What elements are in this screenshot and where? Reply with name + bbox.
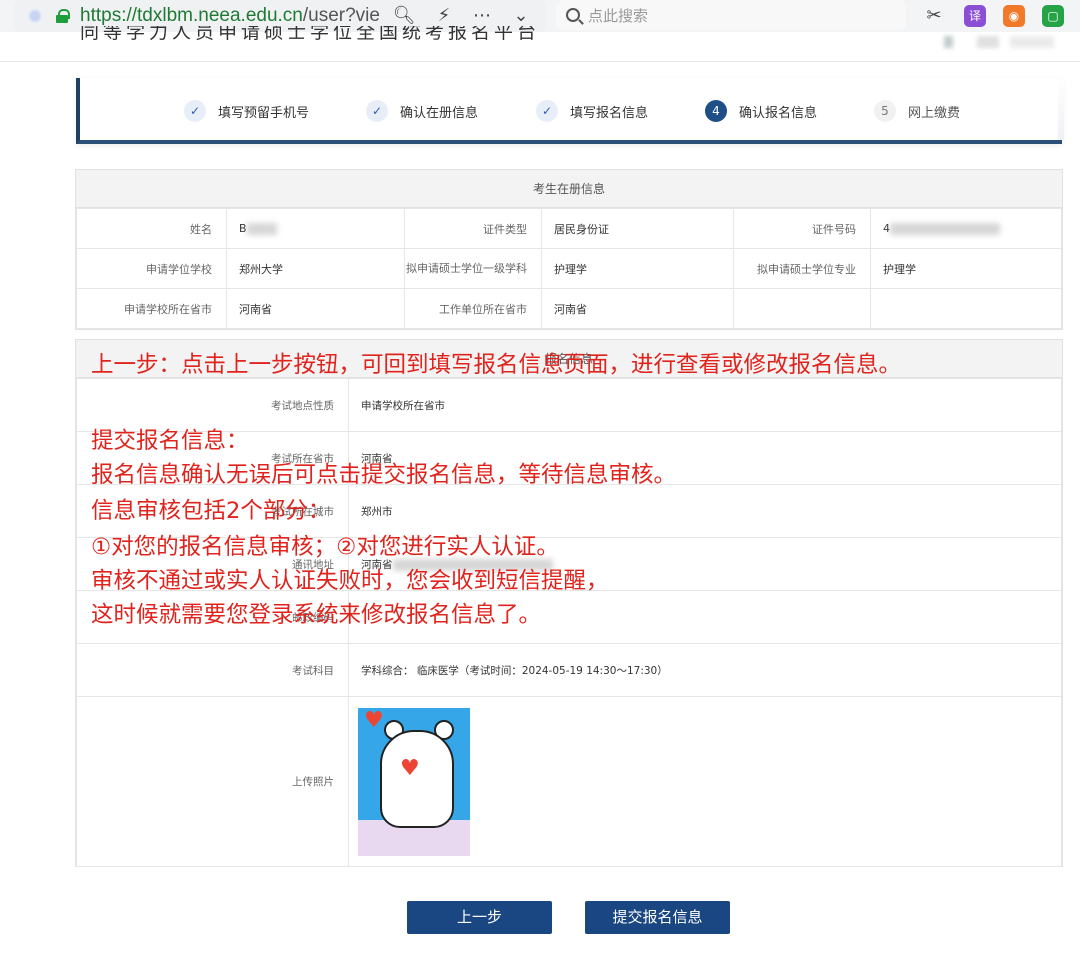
check-icon: ✓ bbox=[366, 100, 388, 122]
annotation-submit-title: 提交报名信息： bbox=[91, 428, 249, 454]
table-row: 考试地点性质 申请学校所在省市 bbox=[76, 378, 1062, 432]
annotation-line: 这时候就需要您登录系统来修改报名信息了。 bbox=[91, 602, 542, 628]
cell-value: 居民身份证 bbox=[541, 208, 734, 249]
annotation-line: ①对您的报名信息审核；②对您进行实人认证。 bbox=[91, 534, 559, 560]
table-row: 申请学位学校 郑州大学 拟申请硕士学位一级学科 护理学 拟申请硕士学位专业 护理… bbox=[76, 248, 1062, 289]
site-title: 同等学力人员申请硕士学位全国统考报名平台 bbox=[80, 26, 541, 43]
annotation-prev: 上一步：点击上一步按钮，可回到填写报名信息页面，进行查看或修改报名信息。 bbox=[91, 352, 902, 378]
cell-label: 拟申请硕士学位一级学科 bbox=[404, 248, 542, 289]
cell-value: 学科综合： 临床医学（考试时间：2024-05-19 14:30～17:30） bbox=[348, 643, 1062, 697]
step-1: ✓ 填写预留手机号 bbox=[184, 100, 309, 122]
step-5: 5 网上缴费 bbox=[874, 100, 960, 122]
check-icon: ✓ bbox=[184, 100, 206, 122]
user-info-blurred[interactable] bbox=[944, 36, 1054, 48]
browser-search-input[interactable]: 点此搜索 bbox=[556, 0, 906, 30]
cell-value: B bbox=[226, 208, 405, 249]
cell-label: 考试地点性质 bbox=[76, 378, 349, 432]
table-row: 考试科目 学科综合： 临床医学（考试时间：2024-05-19 14:30～17… bbox=[76, 643, 1062, 697]
table-row: 姓名 B 证件类型 居民身份证 证件号码 4 bbox=[76, 208, 1062, 249]
cell-value: 护理学 bbox=[870, 248, 1062, 289]
cell-value: 4 bbox=[870, 208, 1062, 249]
search-icon bbox=[566, 8, 580, 22]
lock-icon bbox=[56, 9, 70, 23]
step-label: 填写报名信息 bbox=[570, 105, 649, 121]
cell-value: 郑州市 bbox=[348, 484, 1062, 538]
cell-value: 护理学 bbox=[541, 248, 734, 289]
annotation-line: 报名信息确认无误后可点击提交报名信息，等待信息审核。 bbox=[91, 462, 677, 488]
annotation-line: 审核不通过或实人认证失败时，您会收到短信提醒， bbox=[91, 568, 609, 594]
heart-icon: ♥ bbox=[364, 708, 384, 733]
step-number: 4 bbox=[705, 100, 727, 122]
lightning-icon[interactable]: ⚡︎ bbox=[432, 4, 456, 28]
cell-value: 河南省 bbox=[541, 288, 734, 329]
cell-label: 考试科目 bbox=[76, 643, 349, 697]
table-row: 上传照片 bbox=[76, 696, 1062, 867]
cell-value: 申请学校所在省市 bbox=[348, 378, 1062, 432]
cell-label: 工作单位所在省市 bbox=[404, 288, 542, 329]
cell-label: 上传照片 bbox=[76, 696, 349, 867]
heart-icon: ♥ bbox=[400, 756, 420, 781]
step-number: 5 bbox=[874, 100, 896, 122]
url-text[interactable]: https://tdxlbm.neea.edu.cn/user?vie bbox=[80, 5, 380, 27]
cell-label: 证件号码 bbox=[733, 208, 871, 249]
site-header: 同等学力人员申请硕士学位全国统考报名平台 bbox=[0, 26, 1080, 62]
submit-registration-button[interactable]: 提交报名信息 bbox=[585, 901, 730, 934]
step-3: ✓ 填写报名信息 bbox=[536, 100, 648, 122]
uploaded-photo: ♥ ♥ bbox=[358, 708, 470, 856]
reader-icon[interactable]: ▢ bbox=[1042, 5, 1064, 27]
step-progress: ✓ 填写预留手机号 ✓ 确认在册信息 ✓ 填写报名信息 4 确认报名信息 5 网… bbox=[76, 78, 1064, 144]
step-label: 确认在册信息 bbox=[400, 105, 479, 121]
step-label: 确认报名信息 bbox=[739, 105, 818, 121]
site-info-icon[interactable] bbox=[28, 9, 42, 23]
search-placeholder: 点此搜索 bbox=[588, 6, 649, 25]
annotation-line: 信息审核包括2个部分： bbox=[91, 498, 331, 524]
registry-table: 姓名 B 证件类型 居民身份证 证件号码 4 申请学位学校 郑州大学 拟申请硕士… bbox=[76, 208, 1062, 329]
cell-value: 河南省 bbox=[226, 288, 405, 329]
registry-panel: 考生在册信息 姓名 B 证件类型 居民身份证 证件号码 4 申请学位学校 郑州大… bbox=[75, 169, 1063, 330]
table-row: 申请学校所在省市 河南省 工作单位所在省市 河南省 bbox=[76, 288, 1062, 329]
cell-label: 姓名 bbox=[76, 208, 227, 249]
zoom-icon[interactable]: 🔍︎ bbox=[392, 4, 416, 28]
cell-value bbox=[870, 288, 1062, 329]
chevron-down-icon[interactable]: ⌄ bbox=[509, 4, 533, 28]
cell-label: 申请学校所在省市 bbox=[76, 288, 227, 329]
translate-icon[interactable]: 译 bbox=[964, 5, 986, 27]
registry-title: 考生在册信息 bbox=[76, 170, 1062, 208]
cell-value: 郑州大学 bbox=[226, 248, 405, 289]
step-2: ✓ 确认在册信息 bbox=[366, 100, 478, 122]
game-icon[interactable]: ◉ bbox=[1003, 5, 1025, 27]
cell-label bbox=[733, 288, 871, 329]
step-label: 网上缴费 bbox=[908, 105, 961, 121]
scissors-icon[interactable]: ✂ bbox=[922, 4, 946, 28]
prev-step-button[interactable]: 上一步 bbox=[407, 901, 552, 934]
step-4: 4 确认报名信息 bbox=[705, 100, 817, 122]
cell-label: 拟申请硕士学位专业 bbox=[733, 248, 871, 289]
more-icon[interactable]: ⋯ bbox=[470, 4, 494, 28]
cell-label: 申请学位学校 bbox=[76, 248, 227, 289]
check-icon: ✓ bbox=[536, 100, 558, 122]
cell-label: 证件类型 bbox=[404, 208, 542, 249]
step-label: 填写预留手机号 bbox=[218, 105, 310, 121]
